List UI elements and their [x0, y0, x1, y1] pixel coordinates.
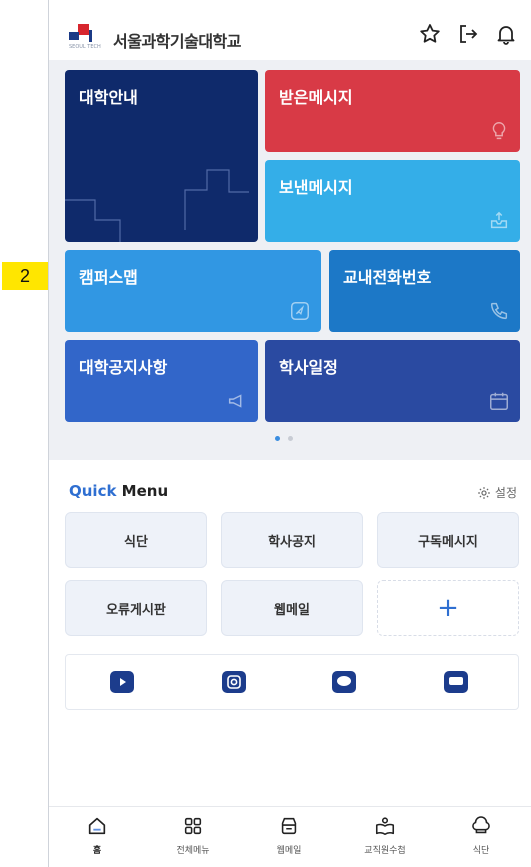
nav-all-menu[interactable]: 전체메뉴 — [145, 815, 241, 856]
tile-label: 받은메시지 — [279, 88, 353, 107]
nav-meal[interactable]: 식단 — [433, 815, 529, 856]
quick-menu-title: Quick Menu — [69, 482, 169, 500]
university-name: 서울과학기술대학교 — [113, 32, 241, 51]
callout-2: 2 — [2, 262, 48, 290]
instagram-icon[interactable] — [222, 671, 246, 693]
bottom-nav: 홈 전체메뉴 웹메일 교직원수첩 식단 — [49, 806, 531, 867]
tile-label: 캠퍼스맵 — [79, 268, 138, 287]
nav-home[interactable]: 홈 — [49, 815, 145, 856]
pager-dot-1[interactable] — [275, 436, 280, 441]
tile-label: 대학안내 — [79, 88, 138, 107]
app-header: SEOUL TECH 서울과학기술대학교 — [49, 0, 531, 66]
tile-university-notices[interactable]: 대학공지사항 — [65, 340, 258, 422]
gear-icon — [478, 486, 490, 499]
tile-academic-calendar[interactable]: 학사일정 — [265, 340, 520, 422]
bulb-icon — [492, 122, 506, 140]
quick-btn-error-board[interactable]: 오류게시판 — [65, 580, 207, 636]
webmail-icon — [281, 817, 297, 835]
quick-btn-add[interactable]: + — [377, 580, 519, 636]
notification-bell-icon[interactable] — [494, 22, 518, 50]
pager-dot-2[interactable] — [288, 436, 293, 441]
tile-campus-phone[interactable]: 교내전화번호 — [329, 250, 520, 332]
quick-btn-academic-notice[interactable]: 학사공지 — [221, 512, 363, 568]
outbox-icon — [490, 211, 508, 229]
quick-menu-settings-button[interactable]: 설정 — [477, 484, 517, 501]
kakao-channel-icon[interactable] — [332, 671, 356, 693]
map-lines-icon — [65, 169, 249, 242]
blog-icon[interactable] — [444, 671, 468, 693]
grid-icon — [184, 817, 202, 835]
chef-hat-icon — [472, 816, 490, 834]
nav-staff-notebook[interactable]: 교직원수첩 — [337, 815, 433, 856]
favorite-star-icon[interactable] — [418, 22, 442, 50]
phone-icon — [490, 302, 508, 320]
notebook-icon — [375, 817, 395, 836]
quick-btn-meal[interactable]: 식단 — [65, 512, 207, 568]
university-logo: SEOUL TECH — [69, 24, 105, 50]
nav-webmail[interactable]: 웹메일 — [241, 815, 337, 856]
app-screen: SEOUL TECH 서울과학기술대학교 대학안내 받은메시지 보낸메시지 캠퍼… — [48, 0, 531, 867]
map-pin-icon — [291, 302, 309, 320]
tile-label: 학사일정 — [279, 358, 338, 377]
quick-btn-subscribed-messages[interactable]: 구독메시지 — [377, 512, 519, 568]
tile-label: 대학공지사항 — [79, 358, 168, 377]
youtube-icon[interactable] — [110, 671, 134, 693]
sns-links-bar — [65, 654, 519, 710]
tile-received-messages[interactable]: 받은메시지 — [265, 70, 520, 152]
tile-university-info[interactable]: 대학안내 — [65, 70, 258, 242]
quick-btn-webmail[interactable]: 웹메일 — [221, 580, 363, 636]
tile-sent-messages[interactable]: 보낸메시지 — [265, 160, 520, 242]
home-icon — [88, 817, 106, 835]
calendar-icon — [490, 392, 508, 410]
logout-icon[interactable] — [456, 22, 480, 50]
tile-label: 교내전화번호 — [343, 268, 432, 287]
tile-label: 보낸메시지 — [279, 178, 353, 197]
tile-pager[interactable] — [275, 436, 293, 441]
tile-campus-map[interactable]: 캠퍼스맵 — [65, 250, 321, 332]
megaphone-icon — [228, 394, 242, 408]
